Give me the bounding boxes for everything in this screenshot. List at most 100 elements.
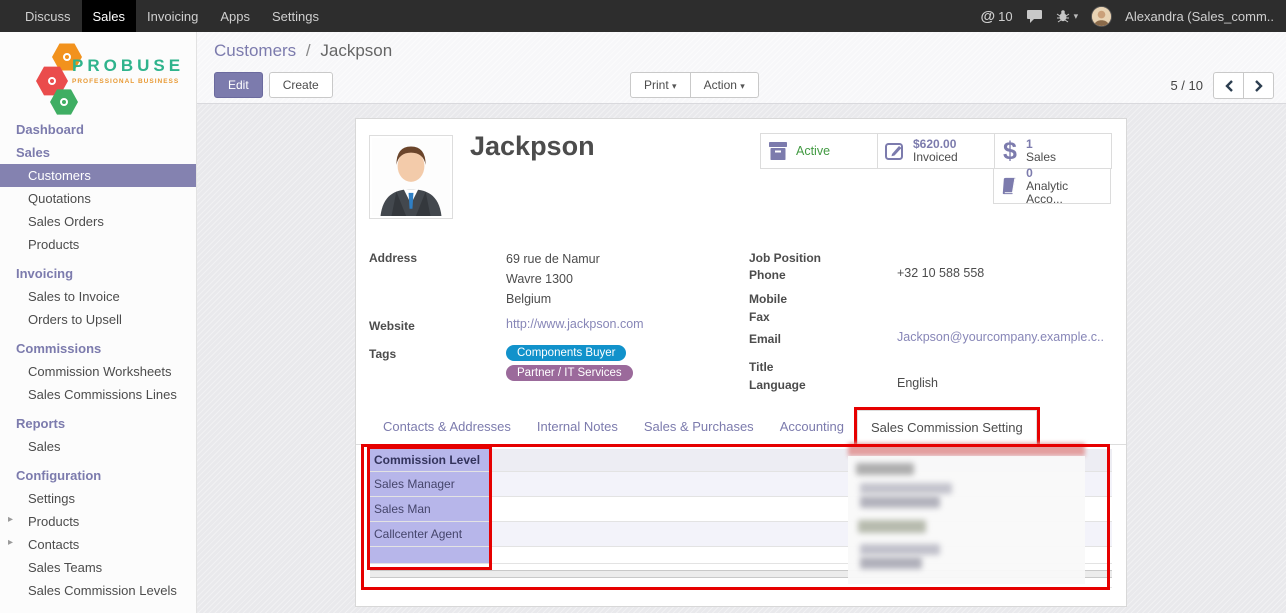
menu-sales[interactable]: Sales [82, 0, 137, 32]
breadcrumb: Customers / Jackpson [197, 32, 1286, 61]
app-logo: PROBUSE PROFESSIONAL BUSINESS [0, 32, 196, 118]
tab-sales-purchases[interactable]: Sales & Purchases [631, 410, 767, 445]
sidebar-link-sales[interactable]: Sales [0, 141, 196, 164]
mobile-label: Mobile [749, 290, 897, 306]
analytic-accounts-stat-button[interactable]: 0 Analytic Acco... [993, 168, 1111, 204]
tab-contacts-addresses[interactable]: Contacts & Addresses [370, 410, 524, 445]
sidebar-item-config-products[interactable]: ▸ Products [0, 510, 196, 533]
sidebar-item-sales-orders[interactable]: Sales Orders [0, 210, 196, 233]
create-button[interactable]: Create [269, 72, 333, 98]
table-header-row: Commission Level [370, 449, 1112, 472]
menu-apps[interactable]: Apps [209, 0, 261, 32]
table-row[interactable]: Sales Man [370, 497, 1112, 522]
address-country: Belgium [506, 289, 600, 309]
sidebar-item-commission-worksheets[interactable]: Commission Worksheets [0, 360, 196, 383]
tab-sales-commission-setting[interactable]: Sales Commission Setting [857, 410, 1037, 445]
sidebar-item-sales-commissions-lines[interactable]: Sales Commissions Lines [0, 383, 196, 406]
email-label: Email [749, 330, 897, 346]
mention-icon: @ [981, 8, 996, 25]
tag-components-buyer[interactable]: Components Buyer [506, 345, 626, 361]
address-value: 69 rue de Namur Wavre 1300 Belgium [506, 249, 600, 309]
sidebar-link-dashboard[interactable]: Dashboard [0, 118, 196, 141]
menu-settings[interactable]: Settings [261, 0, 330, 32]
logo-title: PROBUSE [72, 56, 184, 76]
sidebar-item-reports-sales[interactable]: Sales [0, 435, 196, 458]
sidebar-item-sales-teams[interactable]: Sales Teams [0, 556, 196, 579]
table-row[interactable]: Callcenter Agent [370, 522, 1112, 547]
sidebar-section-reports[interactable]: Reports [0, 406, 196, 435]
dollar-icon: $ [1001, 137, 1019, 166]
menu-discuss[interactable]: Discuss [14, 0, 82, 32]
invoiced-stat-button[interactable]: $620.00 Invoiced [877, 133, 995, 169]
sidebar-item-config-settings[interactable]: Settings [0, 487, 196, 510]
analytic-count: 0 [1026, 167, 1104, 180]
sidebar-item-orders-to-upsell[interactable]: Orders to Upsell [0, 308, 196, 331]
stat-buttons: Active $620.00 Invoiced $ [760, 133, 1112, 204]
expand-caret-icon[interactable]: ▸ [8, 514, 13, 525]
sheet-bottom-divider [370, 587, 1112, 588]
action-dropdown-button[interactable]: Action ▾ [690, 72, 759, 98]
expand-caret-icon[interactable]: ▸ [8, 537, 13, 548]
chevron-left-icon [1224, 79, 1234, 93]
record-pager: 5 / 10 [1170, 72, 1274, 99]
email-link[interactable]: Jackpson@yourcompany.example.c.. [897, 330, 1104, 346]
sidebar-item-quotations[interactable]: Quotations [0, 187, 196, 210]
tab-accounting[interactable]: Accounting [767, 410, 857, 445]
tab-internal-notes[interactable]: Internal Notes [524, 410, 631, 445]
breadcrumb-current: Jackpson [320, 41, 392, 60]
sales-stat-button[interactable]: $ 1 Sales [994, 133, 1112, 169]
pager-next-button[interactable] [1243, 72, 1274, 99]
sidebar-section-invoicing[interactable]: Invoicing [0, 256, 196, 285]
top-navbar: Discuss Sales Invoicing Apps Settings @ … [0, 0, 1286, 32]
pager-counter: 5 / 10 [1170, 78, 1203, 93]
language-value: English [897, 376, 938, 392]
sidebar-item-config-contacts[interactable]: ▸ Contacts [0, 533, 196, 556]
phone-label: Phone [749, 266, 897, 282]
notebook: Contacts & Addresses Internal Notes Sale… [356, 410, 1126, 588]
commission-level-cell[interactable]: Sales Manager [370, 472, 489, 496]
menu-invoicing[interactable]: Invoicing [136, 0, 209, 32]
fax-label: Fax [749, 308, 897, 324]
field-groups: Address 69 rue de Namur Wavre 1300 Belgi… [369, 249, 1112, 392]
customer-photo[interactable] [369, 135, 453, 219]
mentions-counter[interactable]: @ 10 [981, 8, 1013, 25]
sidebar-section-configuration[interactable]: Configuration [0, 458, 196, 487]
active-status-label: Active [796, 145, 830, 158]
invoice-edit-icon [884, 141, 906, 161]
user-name[interactable]: Alexandra (Sales_comm.. [1125, 9, 1274, 24]
active-stat-button[interactable]: Active [760, 133, 878, 169]
table-footer-bar [370, 570, 1112, 578]
website-link[interactable]: http://www.jackpson.com [506, 317, 644, 333]
breadcrumb-customers-link[interactable]: Customers [214, 41, 296, 60]
book-icon [1000, 176, 1019, 196]
sidebar-item-customers[interactable]: Customers [0, 164, 196, 187]
commission-level-cell[interactable]: Sales Man [370, 497, 489, 521]
analytic-label: Analytic Acco... [1026, 180, 1104, 206]
website-label: Website [369, 317, 506, 333]
sidebar-section-commissions[interactable]: Commissions [0, 331, 196, 360]
table-row[interactable]: Sales Manager [370, 472, 1112, 497]
commission-table: Commission Level Sales Manager Sales Man… [370, 449, 1112, 564]
mention-count: 10 [998, 9, 1012, 24]
address-city: Wavre 1300 [506, 269, 600, 289]
chevron-down-icon: ▾ [740, 81, 745, 91]
debug-caret-icon: ▾ [1074, 11, 1079, 22]
sidebar-item-sales-commission-levels[interactable]: Sales Commission Levels [0, 579, 196, 602]
sidebar-item-products[interactable]: Products [0, 233, 196, 256]
tag-partner-it-services[interactable]: Partner / IT Services [506, 365, 633, 381]
edit-button[interactable]: Edit [214, 72, 263, 98]
control-panel: Customers / Jackpson Edit Create Print ▾… [197, 32, 1286, 104]
chat-icon[interactable] [1026, 9, 1043, 24]
address-street: 69 rue de Namur [506, 249, 600, 269]
chevron-down-icon: ▾ [672, 81, 677, 91]
user-avatar[interactable] [1091, 6, 1112, 27]
commission-level-cell[interactable]: Callcenter Agent [370, 522, 489, 546]
pager-previous-button[interactable] [1213, 72, 1244, 99]
main-area: Customers / Jackpson Edit Create Print ▾… [197, 32, 1286, 613]
print-dropdown-button[interactable]: Print ▾ [630, 72, 691, 98]
debug-bug-icon[interactable]: ▾ [1056, 9, 1079, 23]
address-label: Address [369, 249, 506, 309]
commission-level-header[interactable]: Commission Level [370, 449, 489, 471]
action-label: Action [704, 78, 737, 92]
sidebar-item-sales-to-invoice[interactable]: Sales to Invoice [0, 285, 196, 308]
